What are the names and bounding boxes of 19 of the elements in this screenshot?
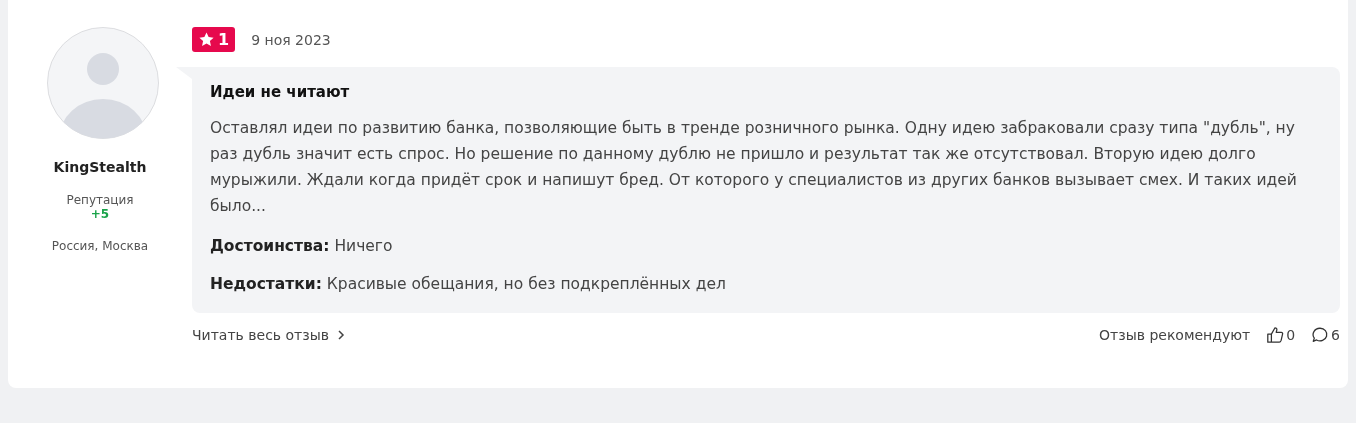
user-location: Россия, Москва	[51, 239, 149, 253]
review-section: Достоинства: Ничего	[210, 235, 1322, 257]
review-text: Оставлял идеи по развитию банка, позволяющие быть в тренде розничного рынка. Одну идею забраковали сразу типа "дубль", ну раз дубль значит есть спрос. Но решение по данному дублю не пришло и результат так же отсутствовал. Вторую идею долго мурыжили. Ждали когда придёт срок и напишут бред. От которого у специалистов из других банков вызывает смех. И таких идей было...	[210, 118, 1298, 217]
reputation-label: Репутация	[66, 193, 134, 207]
star-icon	[198, 31, 215, 48]
thumbs-up-icon	[1266, 326, 1285, 344]
review-title: Идеи не читают	[210, 83, 351, 101]
user-name[interactable]: KingStealth	[53, 159, 147, 175]
chevron-icon	[337, 329, 346, 341]
review-section: Недостатки: Красивые обещания, но без подкреплённых дел	[210, 273, 1322, 295]
rating-badge: 1	[192, 27, 236, 52]
recommend-label: Отзыв рекомендуют	[1099, 327, 1251, 343]
comments-button[interactable]: 6	[1311, 326, 1340, 344]
read-more-link[interactable]: Читать весь отзыв	[192, 327, 346, 343]
reputation-value: +5	[90, 207, 110, 221]
avatar-icon	[47, 27, 159, 139]
comment-icon	[1311, 326, 1330, 344]
like-button[interactable]: 0	[1266, 326, 1296, 344]
review-date: 9 ноя 2023	[251, 31, 331, 48]
